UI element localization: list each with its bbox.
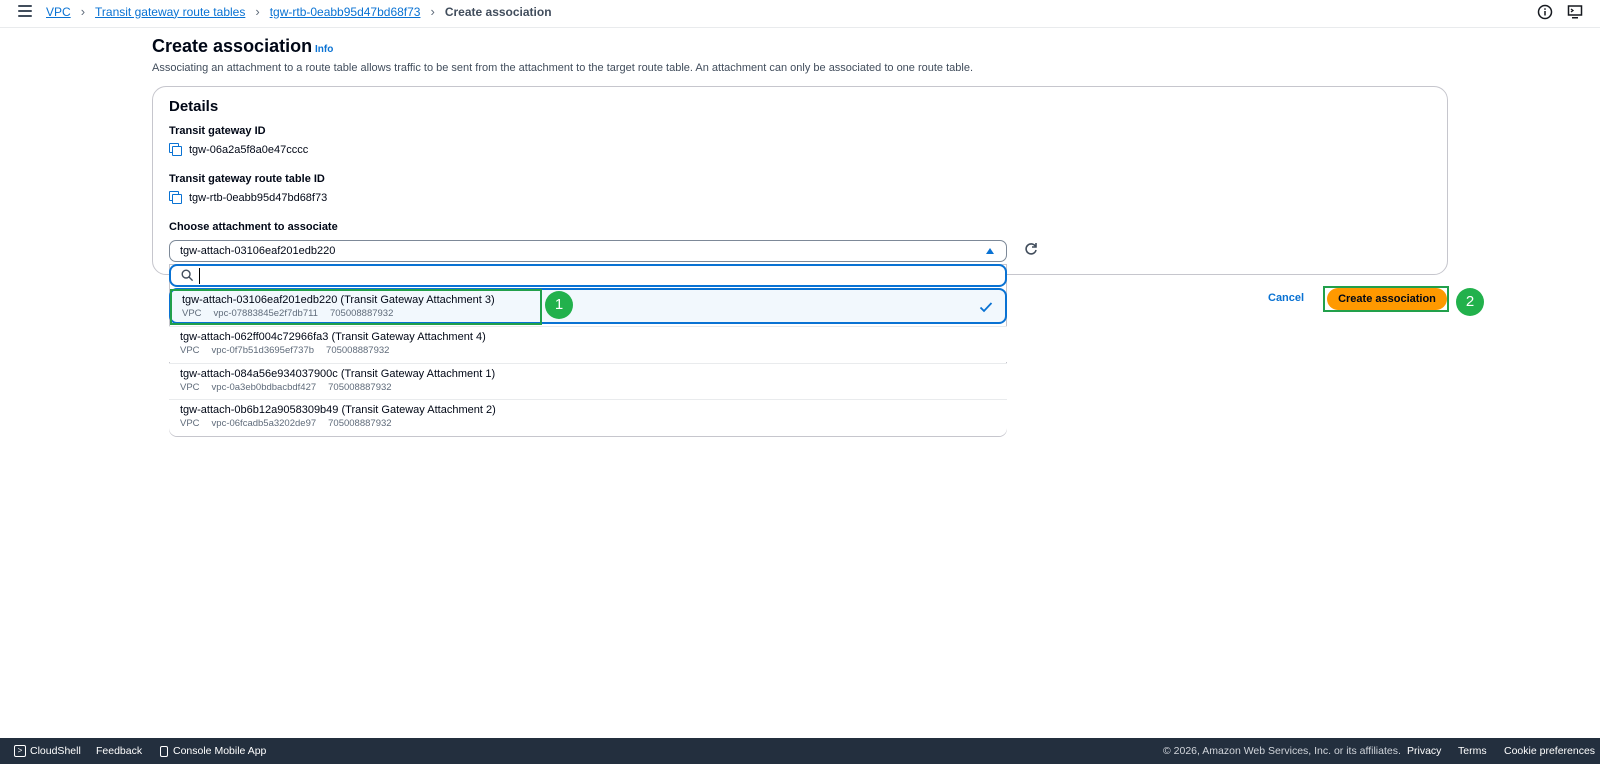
search-icon [181, 269, 194, 282]
cloudshell-link[interactable]: > CloudShell [14, 745, 81, 757]
page-title: Create association [152, 36, 313, 56]
breadcrumb-vpc[interactable]: VPC [46, 5, 71, 19]
breadcrumb-route-tables[interactable]: Transit gateway route tables [95, 5, 245, 19]
mobile-app-link[interactable]: Console Mobile App [160, 745, 266, 757]
check-icon [979, 302, 993, 313]
phone-icon [160, 745, 168, 757]
cloudshell-icon: > [14, 745, 26, 757]
step-2-highlight [1323, 286, 1449, 312]
option-type: VPC [180, 382, 200, 393]
privacy-link[interactable]: Privacy [1407, 745, 1441, 757]
breadcrumb-current: Create association [444, 4, 552, 19]
copy-icon[interactable] [169, 143, 183, 157]
dropdown-option[interactable]: tgw-attach-0b6b12a9058309b49 (Transit Ga… [169, 399, 1007, 436]
dropdown-option[interactable]: tgw-attach-062ff004c72966fa3 (Transit Ga… [169, 326, 1007, 362]
details-container: Details Transit gateway ID tgw-06a2a5f8a… [152, 86, 1448, 275]
page-description: Associating an attachment to a route tab… [152, 62, 974, 74]
option-vpc: vpc-0a3eb0bdbacbdf427 [211, 382, 317, 393]
rtb-id-value: tgw-rtb-0eabb95d47bd68f73 [169, 191, 327, 205]
breadcrumb-route-table-id[interactable]: tgw-rtb-0eabb95d47bd68f73 [270, 5, 421, 19]
option-type: VPC [180, 418, 200, 429]
attachment-select-label: Choose attachment to associate [169, 221, 338, 233]
rtb-id-text: tgw-rtb-0eabb95d47bd68f73 [189, 192, 328, 204]
option-title: tgw-attach-084a56e934037900c (Transit Ga… [180, 368, 496, 380]
option-type: VPC [180, 345, 200, 356]
option-title: tgw-attach-0b6b12a9058309b49 (Transit Ga… [180, 404, 496, 416]
option-meta: VPC vpc-0f7b51d3695ef737b 705008887932 [180, 345, 996, 357]
terms-link[interactable]: Terms [1458, 745, 1487, 757]
search-input[interactable] [199, 268, 979, 284]
caret-up-icon [986, 248, 994, 254]
option-vpc: vpc-06fcadb5a3202de97 [211, 418, 317, 429]
chevron-right-icon: › [430, 4, 435, 19]
top-navigation-bar: VPC › Transit gateway route tables › tgw… [0, 0, 1600, 28]
option-account: 705008887932 [328, 382, 392, 393]
copyright: © 2026, Amazon Web Services, Inc. or its… [1163, 745, 1401, 757]
details-heading: Details [169, 98, 219, 115]
tgw-id-label: Transit gateway ID [169, 125, 266, 137]
step-2-badge: 2 [1456, 288, 1484, 316]
cookie-preferences-link[interactable]: Cookie preferences [1504, 745, 1595, 757]
refresh-icon[interactable] [1023, 241, 1039, 257]
dropdown-option[interactable]: tgw-attach-084a56e934037900c (Transit Ga… [169, 363, 1007, 399]
step-1-highlight [170, 289, 542, 325]
cloudshell-screen-icon[interactable] [1567, 4, 1583, 20]
option-meta: VPC vpc-06fcadb5a3202de97 705008887932 [180, 418, 996, 430]
cloudshell-label: CloudShell [30, 745, 81, 757]
mobile-app-label: Console Mobile App [173, 745, 267, 757]
footer: > CloudShell Feedback Console Mobile App… [0, 738, 1600, 764]
dropdown-search[interactable] [169, 264, 1007, 287]
option-title: tgw-attach-062ff004c72966fa3 (Transit Ga… [180, 331, 486, 343]
info-circle-icon[interactable] [1537, 4, 1553, 20]
chevron-right-icon: › [80, 4, 86, 19]
attachment-select-value: tgw-attach-03106eaf201edb220 [180, 245, 336, 257]
breadcrumb: VPC › Transit gateway route tables › tgw… [46, 4, 552, 19]
tgw-id-value: tgw-06a2a5f8a0e47cccc [169, 143, 308, 157]
option-account: 705008887932 [326, 345, 390, 356]
step-1-badge: 1 [545, 291, 573, 319]
info-link[interactable]: Info [315, 44, 333, 55]
feedback-link[interactable]: Feedback [96, 745, 142, 757]
option-vpc: vpc-0f7b51d3695ef737b [211, 345, 315, 356]
copy-icon[interactable] [169, 191, 183, 205]
chevron-right-icon: › [255, 4, 260, 19]
attachment-select[interactable]: tgw-attach-03106eaf201edb220 [169, 240, 1007, 262]
cancel-button[interactable]: Cancel [1268, 292, 1304, 304]
tgw-id-text: tgw-06a2a5f8a0e47cccc [189, 144, 309, 156]
option-account: 705008887932 [328, 418, 392, 429]
menu-icon[interactable] [18, 5, 32, 19]
rtb-id-label: Transit gateway route table ID [169, 173, 325, 185]
option-meta: VPC vpc-0a3eb0bdbacbdf427 705008887932 [180, 382, 996, 394]
